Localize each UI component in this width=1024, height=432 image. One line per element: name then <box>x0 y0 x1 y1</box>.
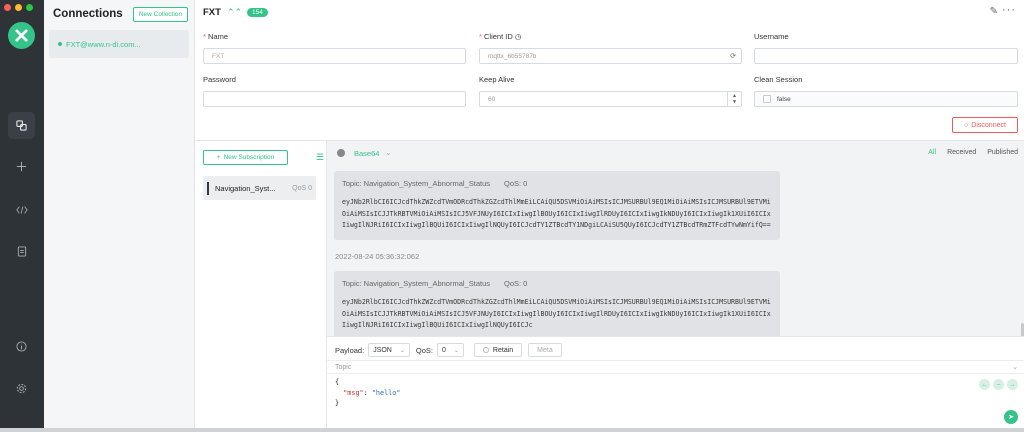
subscriptions-panel: + New Subscription ☰ Navigation_Syst... Q… <box>195 141 327 432</box>
username-label: Username <box>754 32 789 41</box>
messages-toolbar: Base64 ⌄ <box>327 141 1024 165</box>
history-nav: ← – → <box>979 379 1018 390</box>
close-window-button[interactable] <box>4 4 11 11</box>
name-field[interactable]: FXT <box>203 48 466 64</box>
message-payload: eyJNb2RlbCI6ICJcdThkZWZcdTVmODRcdThkZGZc… <box>342 198 771 229</box>
app-rail <box>0 0 44 432</box>
new-collection-button[interactable]: New Collection <box>133 7 188 22</box>
connected-status-icon <box>58 42 62 46</box>
refresh-icon[interactable]: ⟳ <box>730 52 736 60</box>
meta-button[interactable]: Meta <box>528 343 562 357</box>
filter-received[interactable]: Received <box>947 149 976 156</box>
send-icon[interactable]: ➤ <box>1004 410 1018 424</box>
message-payload: eyJNb2RlbCI6ICJcdThkZWZcdTVmODRcdThkZGZc… <box>342 298 771 329</box>
message-count-badge: 154 <box>247 8 268 17</box>
reset-icon[interactable]: – <box>993 379 1004 390</box>
message-card[interactable]: Topic: Navigation_System_Abnormal_Status… <box>334 271 780 336</box>
settings-icon[interactable] <box>8 375 35 402</box>
radio-icon <box>482 347 489 353</box>
desktop-strip <box>0 428 1024 432</box>
keep-alive-field[interactable]: 60 ▲ ▼ <box>479 91 742 107</box>
minimize-window-button[interactable] <box>15 4 22 11</box>
subscription-color-bar <box>207 181 209 195</box>
subscription-list-icon[interactable]: ☰ <box>316 152 324 163</box>
format-selector[interactable]: Base64 <box>354 149 379 158</box>
message-topic: Topic: Navigation_System_Abnormal_Status… <box>342 279 528 288</box>
qos-select[interactable]: 0 ⌄ <box>436 343 464 357</box>
connections-panel: Connections New Collection FXT@www.n-di.… <box>44 0 195 432</box>
message-card[interactable]: Topic: Navigation_System_Abnormal_Status… <box>334 171 780 240</box>
edit-icon[interactable]: ✎ <box>990 6 998 17</box>
main-panel: FXT ⌃⌃ 154 ✎ ··· * Name FXT * Client ID … <box>195 0 1024 432</box>
clear-icon[interactable] <box>337 149 345 157</box>
name-label: * Name <box>203 32 229 41</box>
collapse-chevron-icon[interactable]: ⌃⌃ <box>227 7 242 18</box>
chevron-down-icon[interactable]: ⌄ <box>1012 363 1018 371</box>
retain-toggle[interactable]: Retain <box>473 343 523 357</box>
more-options-icon[interactable]: ··· <box>1002 4 1016 16</box>
subscription-item[interactable]: Navigation_Syst... QoS 0 <box>203 176 316 200</box>
connection-item-label: FXT@www.n-di.com... <box>66 39 141 49</box>
prev-icon[interactable]: ← <box>979 379 990 390</box>
window-controls <box>4 4 33 11</box>
messages-panel: Base64 ⌄ All Received Published Topic: N… <box>327 141 1024 336</box>
qos-label: QoS: <box>415 345 433 355</box>
next-icon[interactable]: → <box>1007 379 1018 390</box>
message-timestamp: 2022-08-24 05:36:32:062 <box>335 252 420 261</box>
client-id-label: * Client ID ◷ <box>479 32 522 41</box>
publish-panel: Payload: JSON ⌄ QoS: 0 ⌄ Retain Meta Topic… <box>327 336 1024 432</box>
about-icon[interactable] <box>8 333 35 360</box>
username-field[interactable] <box>754 48 1018 64</box>
payload-editor[interactable]: { "msg": "hello" } <box>335 377 401 409</box>
info-icon: ◷ <box>514 32 522 41</box>
app-logo-icon <box>8 22 35 49</box>
password-label: Password <box>203 75 236 84</box>
publish-options: Payload: JSON ⌄ QoS: 0 ⌄ Retain Meta <box>335 343 562 357</box>
disconnect-button[interactable]: ○ Disconnect <box>952 117 1018 133</box>
clean-session-label: Clean Session <box>754 75 803 84</box>
connections-title: Connections <box>53 8 123 20</box>
client-id-field[interactable]: mqttx_6b55787b ⟳ <box>479 48 742 64</box>
new-subscription-button[interactable]: + New Subscription <box>203 150 288 165</box>
message-topic: Topic: Navigation_System_Abnormal_Status… <box>342 179 528 188</box>
maximize-window-button[interactable] <box>26 4 33 11</box>
clean-session-checkbox[interactable]: false <box>754 91 1018 107</box>
chevron-down-icon[interactable]: ⌄ <box>385 149 391 157</box>
script-icon[interactable] <box>8 196 35 223</box>
keep-alive-label: Keep Alive <box>479 75 515 84</box>
keep-alive-stepper[interactable]: ▲ ▼ <box>727 92 741 106</box>
filter-all[interactable]: All <box>928 149 936 156</box>
payload-label: Payload: <box>335 345 365 355</box>
log-icon[interactable] <box>8 238 35 265</box>
disconnect-icon: ○ <box>964 121 969 129</box>
message-filters: All Received Published <box>928 149 1018 156</box>
add-icon[interactable] <box>8 153 35 180</box>
checkbox-icon[interactable] <box>763 95 771 103</box>
topic-input[interactable]: Topic ⌄ <box>327 360 1024 374</box>
password-field[interactable] <box>203 91 466 107</box>
filter-published[interactable]: Published <box>987 149 1018 156</box>
connections-icon[interactable] <box>8 112 35 139</box>
payload-format-select[interactable]: JSON ⌄ <box>368 343 410 357</box>
connection-name: FXT <box>203 7 221 18</box>
connection-item[interactable]: FXT@www.n-di.com... <box>49 30 189 58</box>
connection-header: FXT ⌃⌃ 154 ✎ ··· <box>195 0 1024 25</box>
